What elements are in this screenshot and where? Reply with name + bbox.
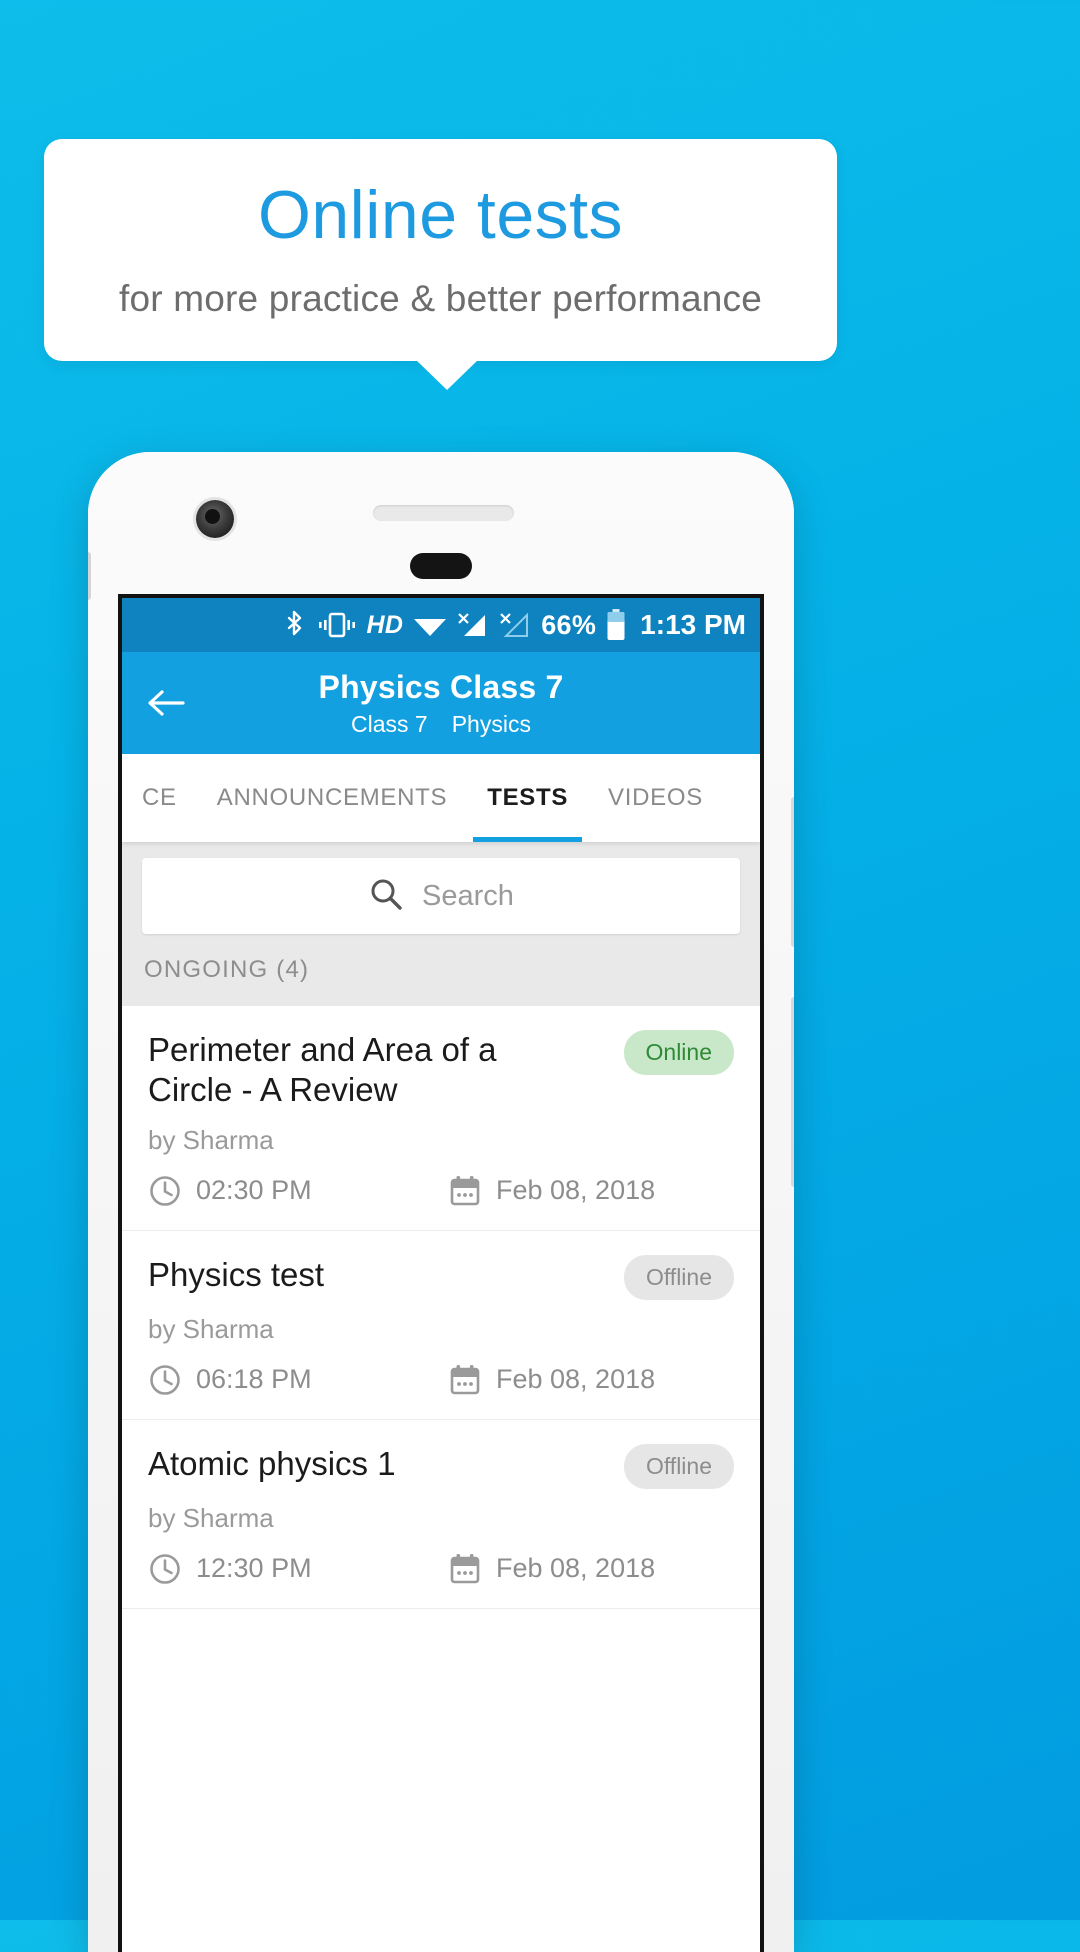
test-time-label: 02:30 PM (196, 1175, 312, 1205)
test-meta: 02:30 PM Feb 08, 2018 (148, 1174, 734, 1208)
table-row[interactable]: Atomic physics 1 Offline by Sharma 12:30… (122, 1420, 760, 1609)
tab-announcements[interactable]: ANNOUNCEMENTS (197, 754, 467, 842)
signal-1-icon (457, 611, 489, 639)
clock-label: 1:13 PM (640, 609, 746, 640)
test-time: 06:18 PM (148, 1363, 448, 1397)
search-placeholder: Search (422, 879, 514, 912)
test-title: Perimeter and Area of a Circle - A Revie… (148, 1031, 497, 1109)
back-arrow-icon[interactable] (144, 681, 188, 725)
status-bar: HD 66% 1:13 PM (122, 598, 760, 652)
home-button[interactable] (410, 553, 472, 579)
search-icon (368, 876, 404, 917)
test-date-label: Feb 08, 2018 (496, 1553, 656, 1583)
calendar-icon (450, 1364, 480, 1394)
phone-mockup: HD 66% 1:13 PM Physics Class 7 Class 7 P… (88, 452, 794, 1952)
hd-icon: HD (366, 610, 404, 639)
calendar-icon (450, 1553, 480, 1583)
power-button[interactable] (791, 997, 794, 1187)
signal-2-icon (499, 611, 531, 639)
wifi-icon (413, 612, 447, 638)
status-badge: Online (623, 1030, 734, 1075)
tab-bar: CE ANNOUNCEMENTS TESTS VIDEOS (122, 754, 760, 842)
test-author: by Sharma (148, 1502, 274, 1533)
phone-body: HD 66% 1:13 PM Physics Class 7 Class 7 P… (88, 452, 794, 1952)
clock-icon (150, 1175, 180, 1206)
test-date: Feb 08, 2018 (448, 1363, 655, 1397)
test-time: 02:30 PM (148, 1174, 448, 1208)
status-badge: Offline (623, 1254, 734, 1300)
volume-button[interactable] (791, 797, 794, 947)
test-time: 12:30 PM (148, 1552, 448, 1586)
table-row[interactable]: Perimeter and Area of a Circle - A Revie… (122, 1006, 760, 1231)
test-time-label: 06:18 PM (196, 1364, 312, 1394)
test-title: Atomic physics 1 (148, 1444, 396, 1482)
section-header-ongoing: ONGOING (4) (122, 956, 760, 1006)
promo-subtitle: for more practice & better performance (118, 277, 763, 319)
test-title: Physics test (148, 1255, 325, 1293)
promo-title: Online tests (257, 177, 624, 254)
vibrate-icon (317, 611, 357, 639)
tab-ce[interactable]: CE (122, 754, 197, 842)
status-badge: Offline (623, 1443, 734, 1489)
tab-videos[interactable]: VIDEOS (588, 754, 723, 842)
battery-percent-label: 66% (541, 609, 597, 640)
test-date-label: Feb 08, 2018 (496, 1175, 656, 1205)
left-side-button[interactable] (88, 552, 91, 600)
bluetooth-icon (283, 610, 307, 640)
promo-callout-tail (414, 358, 480, 390)
card-header: Physics test Offline (148, 1254, 734, 1300)
test-date-label: Feb 08, 2018 (496, 1364, 656, 1394)
front-camera-icon (196, 500, 234, 538)
earpiece-icon (373, 505, 514, 521)
clock-icon (150, 1553, 180, 1584)
test-author: by Sharma (148, 1313, 274, 1344)
test-author: by Sharma (148, 1124, 274, 1155)
app-bar: Physics Class 7 Class 7 Physics (122, 652, 760, 754)
calendar-icon (450, 1175, 480, 1205)
page-title: Physics Class 7 (318, 668, 564, 705)
tab-tests[interactable]: TESTS (467, 754, 588, 842)
tests-list: Perimeter and Area of a Circle - A Revie… (122, 1006, 760, 1609)
search-area: Search (122, 842, 760, 956)
breadcrumb: Class 7 Physics (351, 711, 531, 738)
test-date: Feb 08, 2018 (448, 1552, 655, 1586)
card-header: Atomic physics 1 Offline (148, 1443, 734, 1489)
phone-screen: HD 66% 1:13 PM Physics Class 7 Class 7 P… (118, 594, 764, 1952)
breadcrumb-subject: Physics (451, 710, 531, 737)
test-date: Feb 08, 2018 (448, 1174, 655, 1208)
clock-icon (150, 1364, 180, 1395)
promo-callout: Online tests for more practice & better … (44, 139, 837, 361)
card-header: Perimeter and Area of a Circle - A Revie… (148, 1030, 734, 1111)
search-input[interactable]: Search (142, 858, 740, 934)
table-row[interactable]: Physics test Offline by Sharma 06:18 PM … (122, 1231, 760, 1420)
test-time-label: 12:30 PM (196, 1553, 312, 1583)
battery-icon (606, 609, 626, 641)
test-meta: 12:30 PM Feb 08, 2018 (148, 1552, 734, 1586)
test-meta: 06:18 PM Feb 08, 2018 (148, 1363, 734, 1397)
breadcrumb-class: Class 7 (351, 710, 428, 737)
